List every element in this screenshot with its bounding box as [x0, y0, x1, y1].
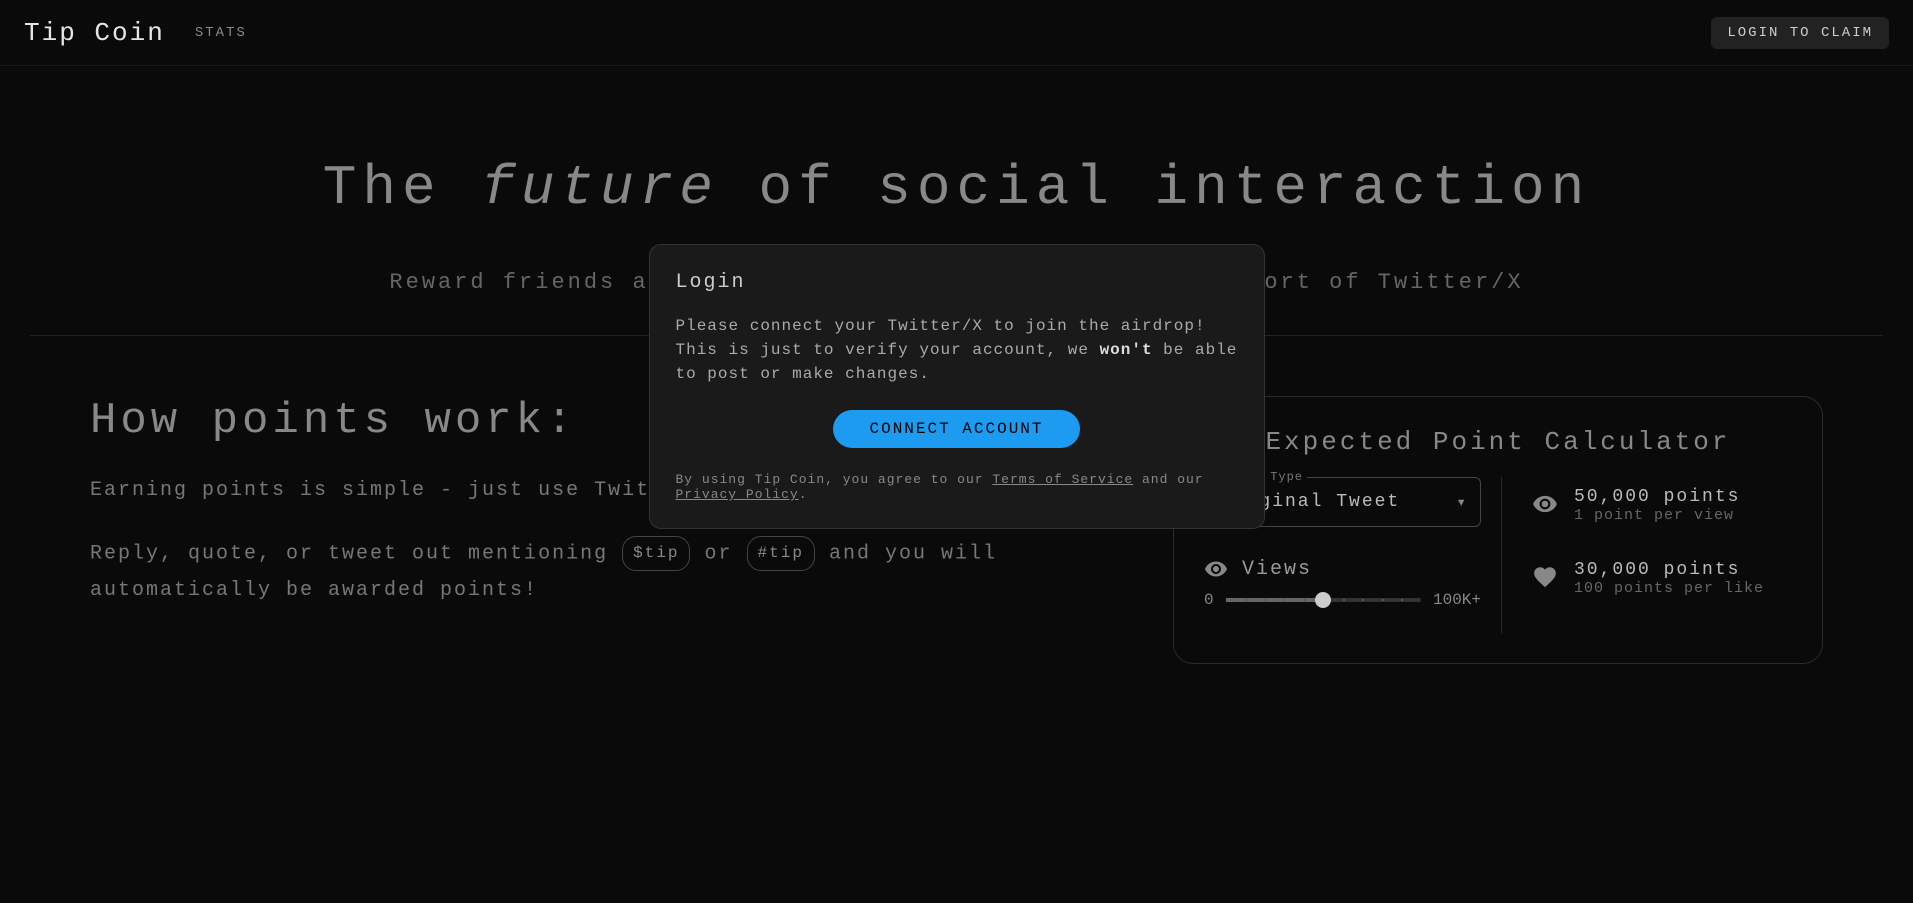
- views-slider[interactable]: [1226, 598, 1421, 602]
- modal-body-text: Please connect your Twitter/X to join th…: [676, 314, 1238, 386]
- hero-title: The future of social interaction: [20, 156, 1893, 220]
- hero-title-italic: future: [481, 156, 719, 220]
- privacy-policy-link[interactable]: Privacy Policy: [676, 487, 799, 502]
- nav-stats-link[interactable]: STATS: [195, 25, 247, 41]
- modal-footer-pre: By using Tip Coin, you agree to our: [676, 472, 993, 487]
- slider-min: 0: [1204, 591, 1214, 609]
- chevron-down-icon: ▾: [1456, 492, 1466, 512]
- terms-of-service-link[interactable]: Terms of Service: [992, 472, 1133, 487]
- hero-title-post: of social interaction: [719, 156, 1590, 220]
- stat-likes: 30,000 points 100 points per like: [1532, 560, 1792, 597]
- eye-icon: [1204, 557, 1228, 581]
- how-text-2: Reply, quote, or tweet out mentioning $t…: [90, 536, 1113, 609]
- heart-icon: [1532, 564, 1558, 590]
- calculator-card: Expected Point Calculator Tweet Type Ori…: [1173, 396, 1823, 664]
- modal-title: Login: [676, 271, 1238, 294]
- modal-footer: By using Tip Coin, you agree to our Term…: [676, 472, 1238, 502]
- calculator-title: Expected Point Calculator: [1204, 427, 1792, 457]
- modal-text-bold: won't: [1100, 341, 1153, 359]
- hero-title-pre: The: [323, 156, 481, 220]
- login-modal: Login Please connect your Twitter/X to j…: [649, 244, 1265, 529]
- views-label: Views: [1242, 558, 1312, 581]
- eye-icon: [1532, 491, 1558, 517]
- stat-likes-sub: 100 points per like: [1574, 580, 1764, 597]
- brand-logo[interactable]: Tip Coin: [24, 18, 165, 48]
- how-line2-pre: Reply, quote, or tweet out mentioning: [90, 543, 622, 566]
- slider-thumb[interactable]: [1315, 592, 1331, 608]
- tag-dollar-tip: $tip: [622, 536, 690, 571]
- stat-likes-points: 30,000 points: [1574, 560, 1764, 580]
- connect-account-button[interactable]: CONNECT ACCOUNT: [833, 410, 1079, 448]
- header: Tip Coin STATS LOGIN TO CLAIM: [0, 0, 1913, 66]
- stat-views-points: 50,000 points: [1574, 487, 1740, 507]
- modal-footer-mid: and our: [1133, 472, 1203, 487]
- views-row: Views: [1204, 557, 1481, 581]
- slider-max: 100K+: [1433, 591, 1481, 609]
- modal-footer-end: .: [799, 487, 808, 502]
- views-slider-row: 0 100K+: [1204, 591, 1481, 609]
- how-line2-mid: or: [705, 543, 747, 566]
- stat-views: 50,000 points 1 point per view: [1532, 487, 1792, 524]
- stat-views-sub: 1 point per view: [1574, 507, 1740, 524]
- calculator-results: 50,000 points 1 point per view 30,000 po…: [1532, 477, 1792, 633]
- tag-hash-tip: #tip: [747, 536, 815, 571]
- login-to-claim-button[interactable]: LOGIN TO CLAIM: [1711, 17, 1889, 49]
